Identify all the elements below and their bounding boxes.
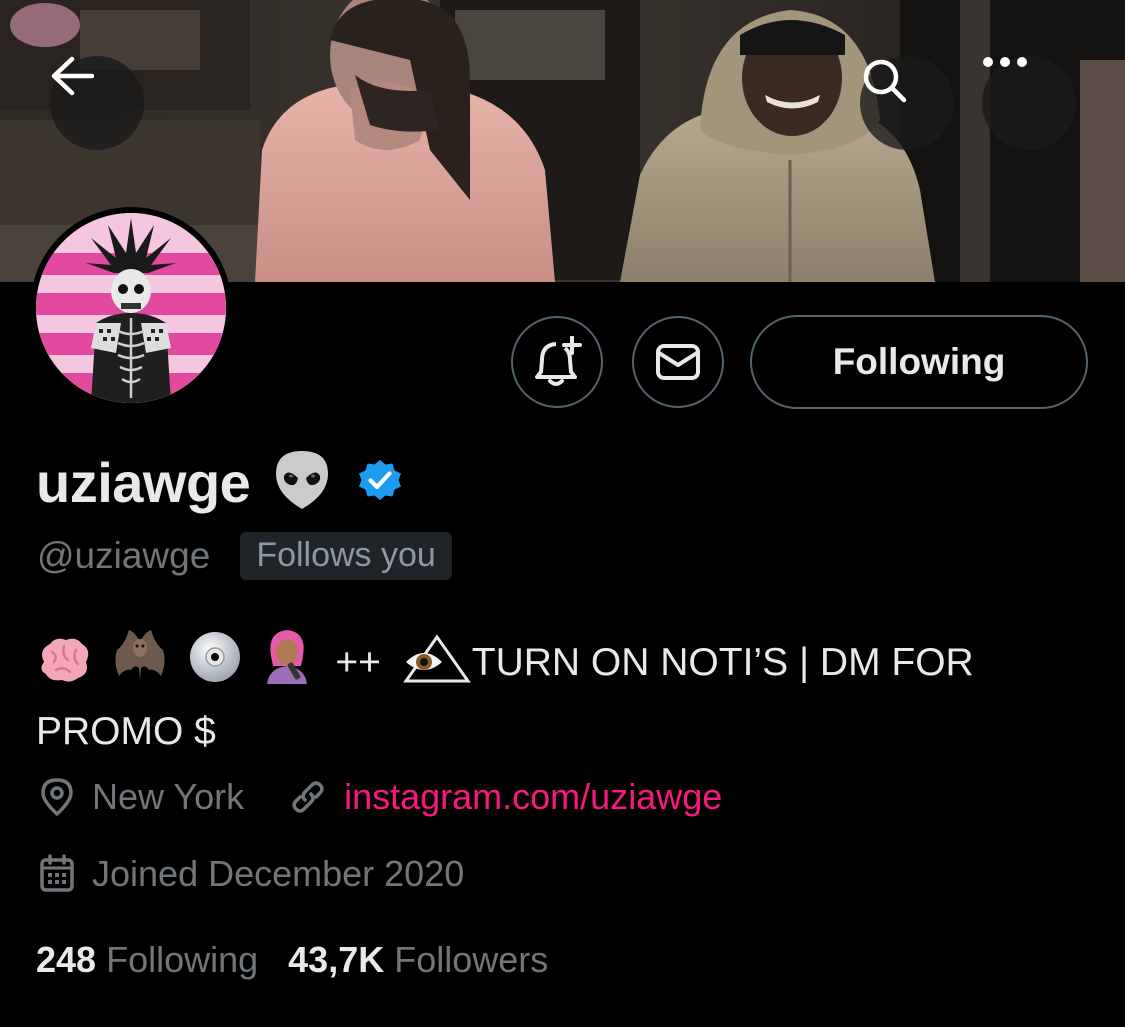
more-options-button[interactable] [982,56,1076,150]
joined-text: Joined December 2020 [92,853,465,894]
location-website-row: New York instagram.com/uziawge [38,772,722,822]
joined-row: Joined December 2020 [38,849,464,899]
search-button[interactable] [860,56,954,150]
bio-text: TURN ON NOTI’S | DM FOR PROMO $ [36,641,974,753]
alien-emoji [270,448,334,517]
envelope-icon [656,344,700,380]
bio-plus: ++ [335,641,381,684]
more-horizontal-icon [983,57,1027,67]
calendar-icon [38,854,76,894]
arrow-left-icon [51,56,94,96]
website-group: instagram.com/uziawge [288,776,722,818]
avatar[interactable] [36,213,226,403]
search-icon [863,59,907,103]
following-count: 248 [36,939,97,980]
following-button[interactable]: Following [750,315,1088,409]
back-button[interactable] [50,56,144,150]
handle-row: @uziawge Follows you [37,530,452,582]
followers-count: 43,7K [288,939,385,980]
display-name: uziawge [36,450,251,514]
location-text: New York [92,776,245,817]
bell-plus-icon [535,336,582,386]
notify-button[interactable] [511,316,603,408]
singer-emoji [261,626,313,702]
location-pin-icon [38,777,76,817]
followers-stat[interactable]: 43,7K Followers [288,939,548,981]
brain-emoji [36,636,92,702]
bat-emoji [111,628,169,702]
website-link[interactable]: instagram.com/uziawge [344,776,722,818]
dvd-emoji [188,630,242,702]
following-stat[interactable]: 248 Following [36,939,258,981]
avatar-image [36,213,226,403]
profile-bio: ++ TURN ON NOTI’S | DM FOR PROMO $ [36,626,1096,762]
user-handle: @uziawge [37,535,211,576]
verified-badge-icon[interactable] [356,456,404,509]
following-label: Following [106,939,259,980]
followers-label: Followers [394,939,549,980]
link-icon [288,777,328,817]
follow-stats: 248 Following 43,7K Followers [36,934,548,986]
message-button[interactable] [632,316,724,408]
name-row: uziawge [36,446,404,518]
follows-you-badge: Follows you [240,532,452,580]
eye-triangle-emoji [402,634,472,702]
